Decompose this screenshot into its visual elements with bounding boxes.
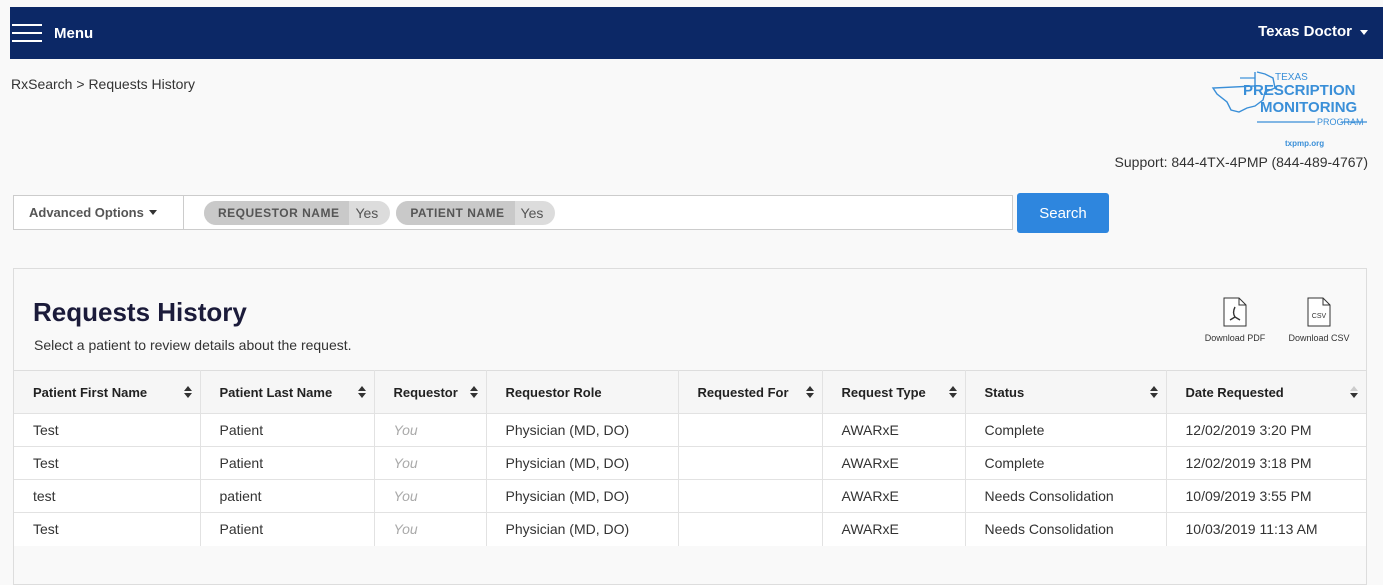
advanced-options-dropdown[interactable]: Advanced Options: [14, 196, 184, 229]
cell-date-requested: 12/02/2019 3:18 PM: [1166, 446, 1366, 480]
cell-request-type: AWARxE: [822, 413, 966, 447]
column-header-patient-last-name[interactable]: Patient Last Name: [200, 370, 375, 414]
page-subtitle: Select a patient to review details about…: [34, 337, 352, 353]
cell-date-requested: 10/03/2019 11:13 AM: [1166, 512, 1366, 546]
table-row[interactable]: Test Patient You Physician (MD, DO) AWAR…: [14, 413, 1366, 447]
column-header-requestor-role: Requestor Role: [486, 370, 679, 414]
cell-last-name: Patient: [200, 446, 375, 480]
cell-last-name: Patient: [200, 413, 375, 447]
table-row[interactable]: Test Patient You Physician (MD, DO) AWAR…: [14, 512, 1366, 546]
sort-icon: [1149, 386, 1158, 398]
download-csv-button[interactable]: CSV Download CSV: [1284, 297, 1354, 343]
sort-icon: [948, 386, 957, 398]
cell-status: Complete: [965, 413, 1167, 447]
cell-requestor-role: Physician (MD, DO): [486, 479, 679, 513]
column-header-request-type[interactable]: Request Type: [822, 370, 966, 414]
breadcrumb-link-rxsearch[interactable]: RxSearch: [11, 76, 72, 92]
cell-first-name: Test: [14, 446, 201, 480]
csv-icon-text: CSV: [1312, 313, 1327, 320]
cell-last-name: Patient: [200, 512, 375, 546]
cell-requestor-role: Physician (MD, DO): [486, 446, 679, 480]
breadcrumb: RxSearch > Requests History: [11, 76, 195, 92]
filter-chip-key: REQUESTOR NAME: [204, 200, 350, 225]
requests-table: Patient First Name Patient Last Name Req…: [14, 370, 1366, 546]
csv-file-icon: CSV: [1307, 297, 1331, 327]
sort-icon: [357, 386, 366, 398]
download-pdf-label: Download PDF: [1204, 333, 1266, 343]
search-filter-bar[interactable]: Advanced Options REQUESTOR NAME Yes PATI…: [13, 195, 1013, 230]
cell-requested-for: [678, 446, 823, 480]
cell-status: Complete: [965, 446, 1167, 480]
user-name: Texas Doctor: [1258, 23, 1352, 40]
caret-down-icon: [148, 210, 157, 215]
download-csv-label: Download CSV: [1288, 333, 1350, 343]
menu-label: Menu: [54, 24, 94, 42]
cell-requested-for: [678, 413, 823, 447]
cell-requestor: You: [374, 413, 487, 447]
logo-line3: MONITORING: [1260, 99, 1357, 116]
cell-date-requested: 12/02/2019 3:20 PM: [1166, 413, 1366, 447]
table-row[interactable]: test patient You Physician (MD, DO) AWAR…: [14, 479, 1366, 513]
column-header-requested-for[interactable]: Requested For: [678, 370, 823, 414]
advanced-options-label: Advanced Options: [29, 205, 144, 220]
search-button[interactable]: Search: [1017, 193, 1109, 233]
cell-first-name: Test: [14, 512, 201, 546]
cell-request-type: AWARxE: [822, 512, 966, 546]
cell-last-name: patient: [200, 479, 375, 513]
filter-chip-requestor-name[interactable]: REQUESTOR NAME Yes: [204, 200, 391, 225]
cell-requestor: You: [374, 479, 487, 513]
hamburger-icon: [12, 22, 42, 44]
menu-button[interactable]: Menu: [10, 20, 93, 46]
txpmp-logo: TEXAS PRESCRIPTION MONITORING PROGRAM tx…: [1211, 71, 1367, 148]
logo-url: txpmp.org: [1285, 139, 1324, 148]
cell-requestor: You: [374, 512, 487, 546]
requests-history-panel: Requests History Select a patient to rev…: [13, 268, 1367, 585]
caret-down-icon: [1360, 30, 1368, 35]
filter-chip-patient-name[interactable]: PATIENT NAME Yes: [396, 200, 556, 225]
column-header-date-requested[interactable]: Date Requested: [1166, 370, 1366, 414]
user-menu[interactable]: Texas Doctor: [1258, 23, 1368, 40]
cell-requestor-role: Physician (MD, DO): [486, 413, 679, 447]
filter-chip-value: Yes: [355, 204, 379, 221]
cell-request-type: AWARxE: [822, 479, 966, 513]
sort-desc-icon: [1350, 386, 1358, 398]
table-row[interactable]: Test Patient You Physician (MD, DO) AWAR…: [14, 446, 1366, 480]
column-header-requestor[interactable]: Requestor: [374, 370, 487, 414]
breadcrumb-current: Requests History: [88, 76, 196, 92]
table-header-row: Patient First Name Patient Last Name Req…: [14, 370, 1366, 414]
cell-status: Needs Consolidation: [965, 479, 1167, 513]
column-header-status[interactable]: Status: [965, 370, 1167, 414]
top-navbar: Menu Texas Doctor: [10, 7, 1383, 59]
cell-date-requested: 10/09/2019 3:55 PM: [1166, 479, 1366, 513]
cell-requested-for: [678, 479, 823, 513]
page-title: Requests History: [33, 297, 247, 327]
filter-chip-value: Yes: [520, 204, 544, 221]
cell-request-type: AWARxE: [822, 446, 966, 480]
cell-first-name: test: [14, 479, 201, 513]
sort-icon: [183, 386, 192, 398]
sort-icon: [805, 386, 814, 398]
cell-first-name: Test: [14, 413, 201, 447]
sort-icon: [469, 386, 478, 398]
cell-requestor: You: [374, 446, 487, 480]
column-header-patient-first-name[interactable]: Patient First Name: [14, 370, 201, 414]
breadcrumb-separator: >: [76, 76, 85, 92]
cell-requested-for: [678, 512, 823, 546]
support-info: Support: 844-4TX-4PMP (844-489-4767): [1114, 154, 1368, 170]
pdf-file-icon: [1223, 297, 1247, 327]
logo-line2: PRESCRIPTION: [1243, 82, 1356, 99]
cell-requestor-role: Physician (MD, DO): [486, 512, 679, 546]
download-pdf-button[interactable]: Download PDF: [1200, 297, 1270, 343]
filter-chip-key: PATIENT NAME: [396, 200, 515, 225]
cell-status: Needs Consolidation: [965, 512, 1167, 546]
